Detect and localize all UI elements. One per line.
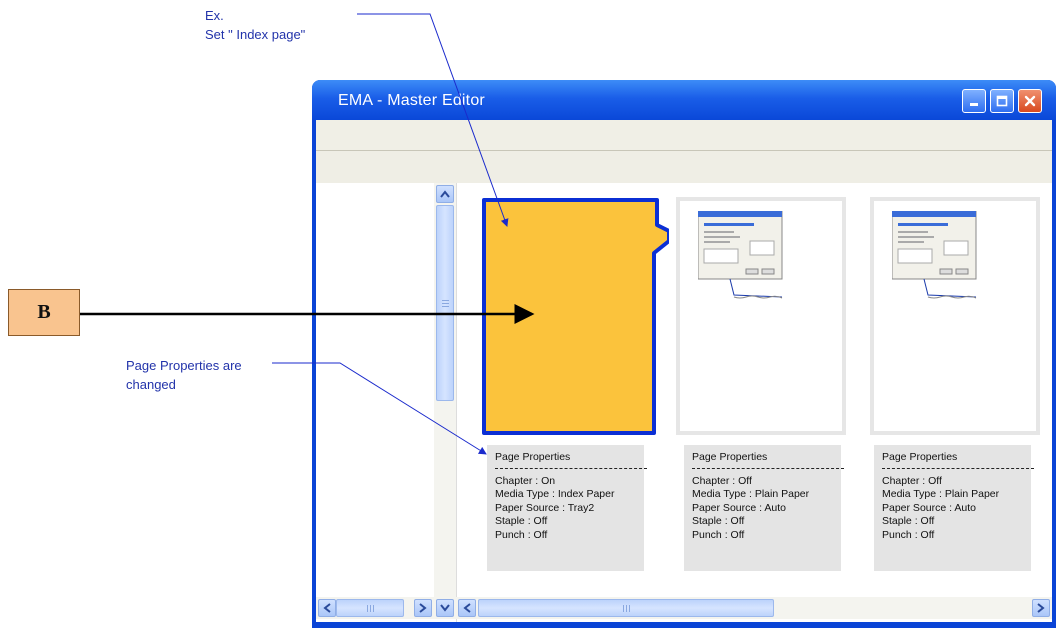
punch-value: Punch : Off: [495, 528, 548, 541]
horizontal-scroll-thumb[interactable]: [478, 599, 774, 617]
page-curl-lines: [729, 278, 783, 299]
close-button[interactable]: [1018, 89, 1042, 113]
left-horizontal-scroll-thumb[interactable]: [336, 599, 404, 617]
scroll-up-button[interactable]: [436, 185, 454, 203]
page-properties-panel-2: Page Properties Chapter : Off Media Type…: [684, 445, 844, 571]
page-properties-panel-3: Page Properties Chapter : Off Media Type…: [874, 445, 1034, 571]
chapter-value: Chapter : Off: [692, 474, 752, 487]
horizontal-scrollbar[interactable]: [456, 597, 1052, 619]
left-pane: [316, 183, 457, 622]
scroll-down-button[interactable]: [436, 599, 454, 617]
editor-client-area: Page Properties Chapter : On Media Type …: [316, 183, 1052, 622]
master-editor-window: EMA - Master Editor Page Properties Chap…: [312, 80, 1056, 628]
chapter-value: Chapter : On: [495, 474, 556, 487]
left-scroll-left-button[interactable]: [318, 599, 336, 617]
staple-value: Staple : Off: [882, 515, 935, 527]
title-bar[interactable]: EMA - Master Editor: [312, 80, 1056, 120]
example-note: Ex. Set " Index page": [205, 6, 305, 44]
page-curl-lines: [923, 278, 977, 299]
paper-source-value: Paper Source : Tray2: [495, 501, 595, 514]
left-horizontal-scrollbar[interactable]: [316, 597, 456, 619]
properties-changed-line2: changed: [126, 377, 176, 392]
paper-source-value: Paper Source : Auto: [692, 501, 786, 514]
properties-changed-note: Page Properties are changed: [126, 356, 242, 394]
chevron-right-icon: [419, 603, 427, 613]
chevron-left-icon: [323, 603, 331, 613]
dialog-screenshot-thumbnail: [892, 211, 977, 280]
example-note-line2: Set " Index page": [205, 27, 306, 42]
media-type-value: Media Type : Plain Paper: [882, 488, 1000, 500]
example-note-line1: Ex.: [205, 8, 224, 23]
close-icon: [1024, 95, 1036, 107]
chevron-left-icon: [463, 603, 471, 613]
page-properties-heading: Page Properties: [692, 451, 844, 469]
punch-value: Punch : Off: [882, 528, 935, 541]
chevron-up-icon: [440, 190, 450, 198]
page-properties-heading: Page Properties: [882, 451, 1034, 469]
menu-bar: [316, 120, 1052, 151]
chevron-right-icon: [1037, 603, 1045, 613]
index-tab-shape: [482, 198, 669, 435]
media-type-value: Media Type : Index Paper: [495, 488, 615, 500]
page-properties-heading: Page Properties: [495, 451, 647, 469]
vertical-scroll-thumb[interactable]: [436, 205, 454, 401]
minimize-icon: [970, 103, 978, 106]
toolbar: [316, 151, 1052, 183]
dialog-screenshot-thumbnail: [698, 211, 783, 280]
left-scroll-right-button[interactable]: [414, 599, 432, 617]
media-type-value: Media Type : Plain Paper: [692, 488, 810, 500]
maximize-button[interactable]: [990, 89, 1014, 113]
chapter-value: Chapter : Off: [882, 474, 942, 487]
window-title: EMA - Master Editor: [338, 92, 485, 109]
page-thumbnail-3[interactable]: [870, 197, 1040, 435]
chevron-down-icon: [440, 604, 450, 612]
vertical-scrollbar[interactable]: [434, 183, 456, 597]
staple-value: Staple : Off: [495, 515, 548, 527]
minimize-button[interactable]: [962, 89, 986, 113]
paper-source-value: Paper Source : Auto: [882, 501, 976, 514]
scroll-right-button[interactable]: [1032, 599, 1050, 617]
scroll-left-button[interactable]: [458, 599, 476, 617]
marker-b-box: B: [8, 289, 80, 336]
page-properties-panel-1: Page Properties Chapter : On Media Type …: [487, 445, 647, 571]
punch-value: Punch : Off: [692, 528, 745, 541]
properties-changed-line1: Page Properties are: [126, 358, 242, 373]
page-thumbnail-2[interactable]: [676, 197, 846, 435]
maximize-icon: [996, 95, 1008, 107]
staple-value: Staple : Off: [692, 515, 745, 527]
index-tab-page[interactable]: [479, 195, 669, 439]
